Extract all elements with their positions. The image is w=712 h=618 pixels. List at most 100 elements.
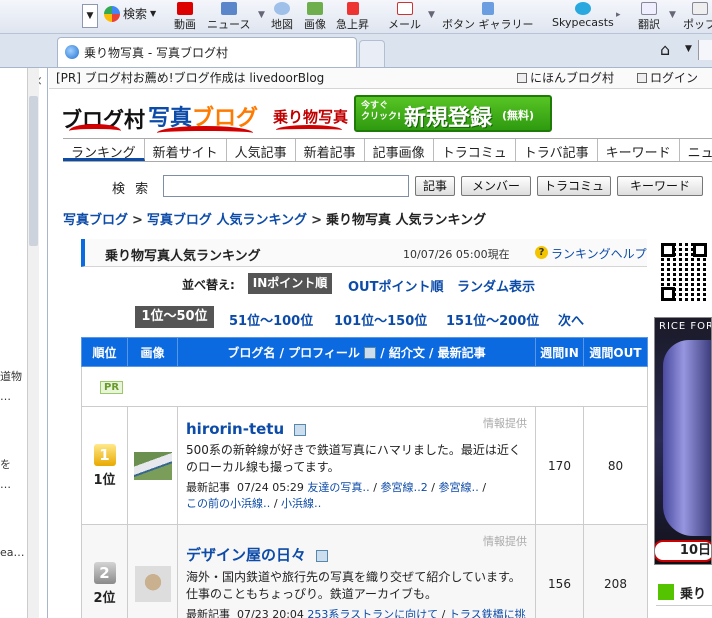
toolbar-mail-dropdown-icon[interactable]: ▼: [428, 10, 435, 20]
login-label: ログイン: [650, 71, 699, 85]
advertisement-banner[interactable]: RICE FOR 10日: [654, 317, 712, 565]
page-51-100-link[interactable]: 51位〜100位: [229, 310, 313, 329]
popup-icon: [691, 2, 708, 15]
header-blog-label-b: / 紹介文 / 最新記事: [380, 345, 486, 360]
login-link[interactable]: ログイン: [637, 68, 698, 88]
left-pane-scroll-thumb[interactable]: [29, 96, 38, 246]
weekly-in-value: 156: [535, 524, 584, 618]
toolbar-news-button[interactable]: ニュース: [207, 2, 250, 32]
nav-tab-keywords[interactable]: キーワード: [598, 139, 680, 161]
left-pane-scrollbar[interactable]: [27, 68, 39, 618]
signup-prompt-line1: 今すぐ: [361, 101, 389, 111]
toolbar-translate-dropdown-icon[interactable]: ▼: [669, 10, 676, 20]
latest-label: 最新記事: [186, 608, 230, 618]
latest-article-link[interactable]: 小浜線‥: [281, 497, 321, 510]
thumbnail-cell: [127, 524, 178, 618]
vehicle-photo-logo[interactable]: 乗り物写真: [273, 106, 348, 127]
toolbar-trending-button[interactable]: 急上昇: [336, 2, 369, 32]
breadcrumb-photo-blog[interactable]: 写真ブログ: [63, 213, 128, 228]
search-articles-button[interactable]: 記事: [415, 176, 455, 196]
latest-article-link[interactable]: トラス鉄橋に挑: [449, 608, 526, 618]
toolbar-video-button[interactable]: 動画: [174, 2, 196, 32]
table-header-row: 順位 画像 ブログ名 / プロフィール / 紹介文 / 最新記事 週間IN 週間…: [81, 337, 648, 367]
profile-icon[interactable]: [294, 423, 306, 436]
page-1-50-button[interactable]: 1位〜50位: [135, 306, 214, 328]
tab-active[interactable]: 乗り物写真 - 写真ブログ村: [57, 37, 357, 67]
latest-article-link[interactable]: 友達の写真‥: [307, 481, 369, 494]
toolbar-images-button[interactable]: 画像: [304, 2, 326, 32]
tab-strip-overflow[interactable]: [698, 40, 712, 60]
nihon-blogmura-link[interactable]: にほんブログ村: [517, 68, 614, 88]
breadcrumb-photo-blog-ranking[interactable]: 写真ブログ 人気ランキング: [147, 213, 307, 228]
page-101-150-link[interactable]: 101位〜150位: [334, 310, 427, 329]
info-provided-tag: 情報提供: [483, 417, 527, 430]
toolbar-news-dropdown-icon[interactable]: ▼: [258, 10, 265, 20]
signup-button[interactable]: 今すぐ クリック! 新規登録 (無料): [354, 95, 552, 132]
qr-code: [661, 243, 707, 301]
left-pane-text: …: [0, 478, 11, 491]
sort-in-points-button[interactable]: INポイント順: [248, 273, 332, 294]
search-keywords-button[interactable]: キーワード: [617, 176, 703, 196]
blog-name-link[interactable]: デザイン屋の日々: [186, 546, 306, 564]
search-members-button[interactable]: メンバー: [461, 176, 531, 196]
home-dropdown-icon[interactable]: ▼: [685, 44, 692, 54]
weekly-out-value: 208: [583, 524, 648, 618]
nav-tab-ranking[interactable]: ランキング: [63, 139, 145, 161]
train-photo-thumbnail[interactable]: [133, 451, 172, 480]
nav-tab-trackback-community[interactable]: トラコミュ: [434, 139, 516, 161]
browser-window: ▼ 検索 ▼ 動画 ニュース ▼ 地図 画像 急上昇 メール ▼ ボタン ギャラ…: [0, 0, 712, 618]
nav-tab-news[interactable]: ニュー: [680, 139, 712, 161]
nav-tab-new-sites[interactable]: 新着サイト: [145, 139, 227, 161]
latest-article-link[interactable]: 参宮線‥: [439, 481, 479, 494]
home-icon[interactable]: ⌂: [660, 40, 670, 59]
ad-product-image: [663, 340, 711, 536]
search-input[interactable]: [163, 175, 409, 197]
ranking-table: 順位 画像 ブログ名 / プロフィール / 紹介文 / 最新記事 週間IN 週間…: [81, 337, 648, 618]
latest-article-link[interactable]: 参宮線‥2: [380, 481, 427, 494]
header-blog: ブログ名 / プロフィール / 紹介文 / 最新記事: [177, 337, 536, 367]
profile-icon[interactable]: [315, 550, 328, 562]
toolbar-dropdown-button[interactable]: ▼: [82, 4, 98, 28]
table-row: 2 2位 デザイン屋の日々 情報提供 海外・国内鉄道や旅行先の写真を織り交ぜて紹…: [81, 524, 648, 618]
ad-cta-button[interactable]: 10日: [655, 540, 711, 562]
logo-arc: [69, 124, 121, 138]
nav-tab-article-images[interactable]: 記事画像: [365, 139, 434, 161]
toolbar-search-button[interactable]: 検索 ▼: [104, 5, 156, 22]
toolbar-button-gallery[interactable]: ボタン ギャラリー: [442, 2, 534, 32]
latest-article-link[interactable]: この前の小浜線‥: [186, 497, 270, 510]
sort-random-link[interactable]: ランダム表示: [457, 276, 535, 295]
blogmura-logo[interactable]: ブログ村: [61, 102, 145, 132]
header-rank: 順位: [81, 337, 128, 367]
toolbar-gallery-label: ボタン ギャラリー: [442, 18, 534, 31]
next-page-link[interactable]: 次へ: [558, 310, 584, 329]
toolbar-translate-button[interactable]: 翻訳: [638, 2, 660, 32]
blog-cell: hirorin-tetu 情報提供 500系の新幹線が好きで鉄道写真にハマリまし…: [177, 406, 536, 525]
cat-photo-thumbnail[interactable]: [134, 565, 171, 602]
ranking-help-link[interactable]: ランキングヘルプ: [551, 245, 647, 262]
left-pane-text: を: [0, 458, 11, 471]
blog-name-link[interactable]: hirorin-tetu: [186, 420, 284, 438]
qr-corner: [661, 287, 675, 301]
page-151-200-link[interactable]: 151位〜200位: [446, 310, 539, 329]
nav-tab-new-articles[interactable]: 新着記事: [296, 139, 365, 161]
header-blog-label-a: ブログ名 / プロフィール: [227, 345, 360, 360]
toolbar-trending-label: 急上昇: [336, 18, 369, 31]
left-pane-text: …: [0, 390, 11, 403]
new-tab-button[interactable]: [359, 40, 385, 67]
latest-article-link[interactable]: 253系ラストランに向けて: [307, 608, 438, 618]
nihon-blogmura-label: にほんブログ村: [530, 71, 615, 85]
toolbar-map-button[interactable]: 地図: [271, 2, 293, 32]
toolbar-images-label: 画像: [304, 18, 326, 31]
signup-free-note: (無料): [502, 109, 535, 122]
rank-label: 1位: [93, 472, 116, 488]
pr-link[interactable]: [PR] ブログ村お薦め!ブログ作成は livedoorBlog: [56, 68, 324, 88]
sort-out-points-link[interactable]: OUTポイント順: [348, 276, 443, 295]
latest-time: 07/24 05:29: [237, 480, 304, 494]
nav-tab-trackback-articles[interactable]: トラバ記事: [516, 139, 598, 161]
rank-cell: 1 1位: [81, 406, 128, 525]
toolbar-skypecasts-button[interactable]: Skypecasts: [552, 2, 614, 29]
search-trackback-community-button[interactable]: トラコミュ: [537, 176, 611, 196]
toolbar-mail-button[interactable]: メール: [388, 2, 421, 32]
toolbar-popup-button[interactable]: ポップ: [683, 2, 712, 32]
nav-tab-popular-articles[interactable]: 人気記事: [227, 139, 296, 161]
